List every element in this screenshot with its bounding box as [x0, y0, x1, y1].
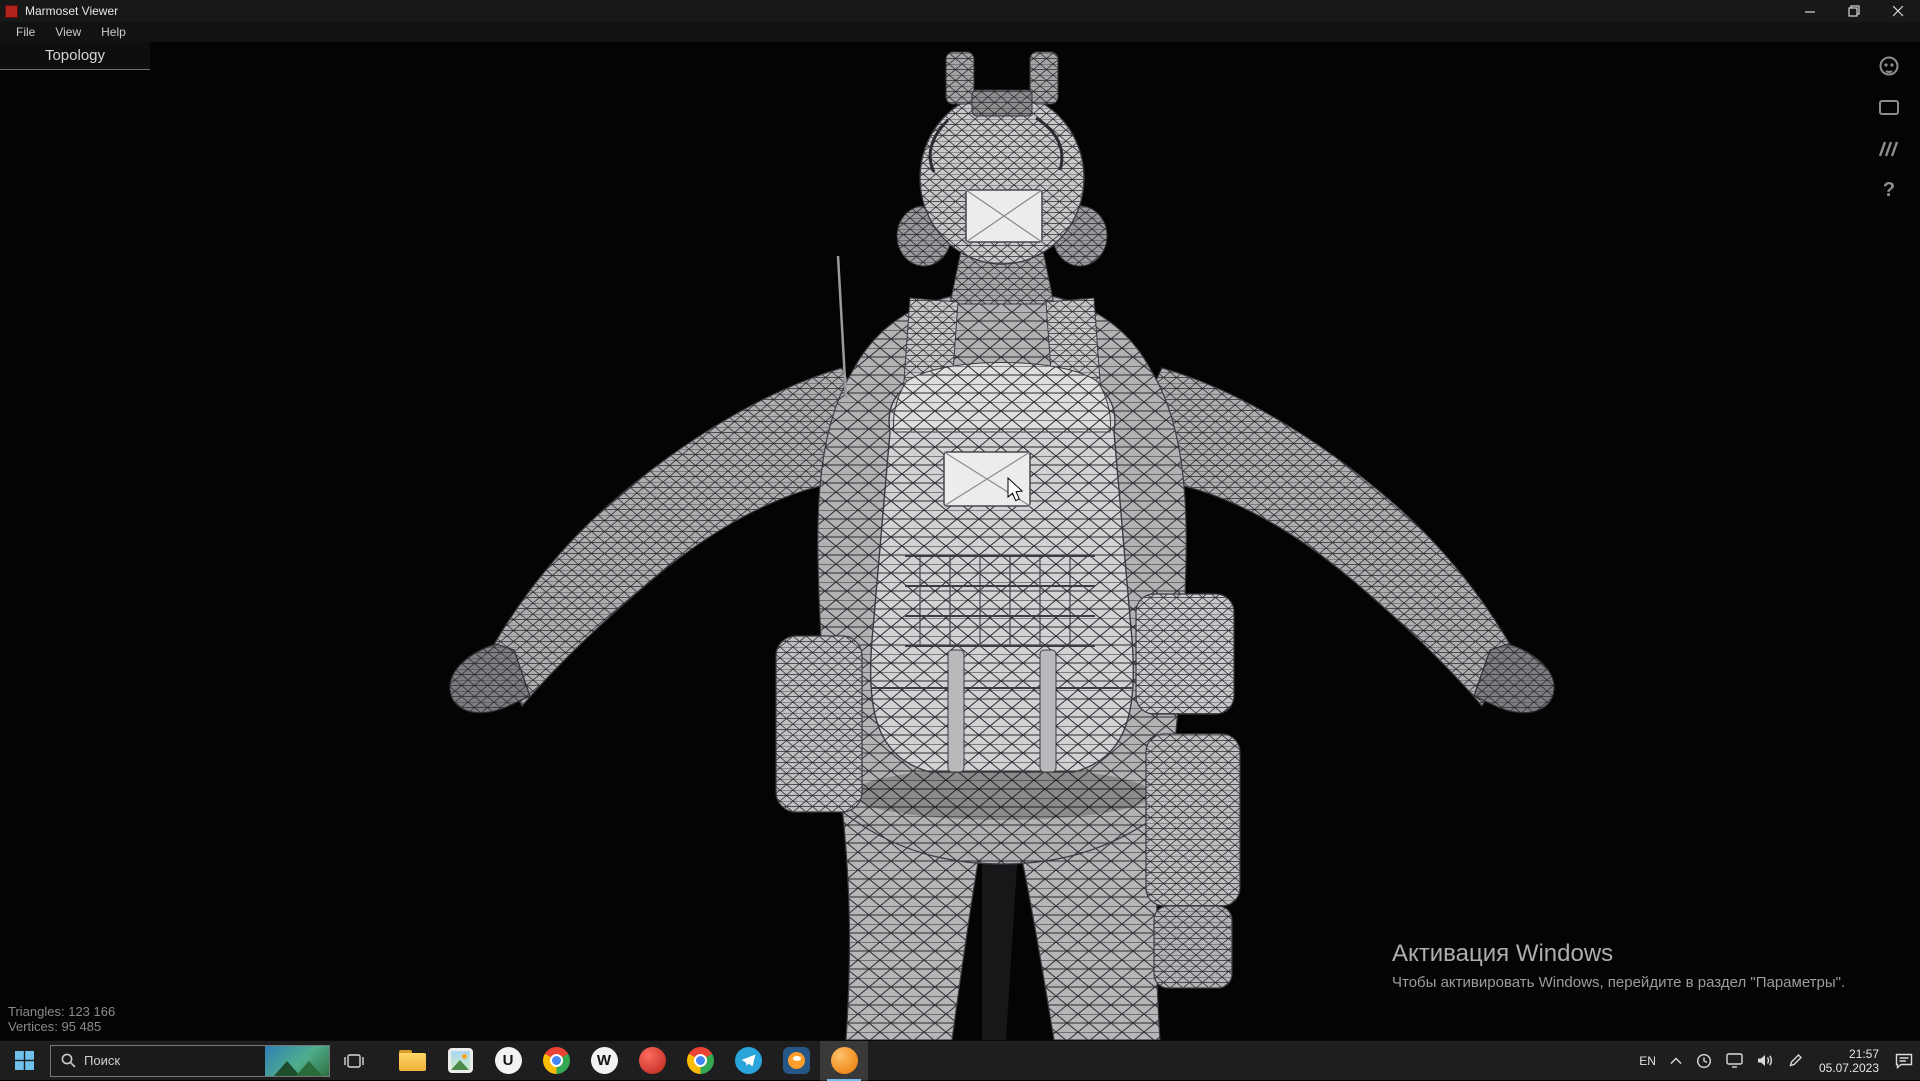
minimize-icon [1805, 6, 1816, 17]
display-icon [1726, 1053, 1743, 1068]
marmoset-logo-icon[interactable] [1876, 54, 1902, 80]
task-view-icon [344, 1053, 364, 1069]
start-button[interactable] [0, 1041, 48, 1081]
taskbar-clock[interactable]: 21:57 05.07.2023 [1810, 1047, 1888, 1075]
taskbar-app-telegram[interactable] [724, 1041, 772, 1081]
model-part-crotch-shadow [982, 846, 1018, 1040]
wattpad-icon: W [591, 1047, 618, 1074]
menubar: File View Help [0, 22, 1920, 42]
pen-icon [1788, 1053, 1803, 1068]
viewer-toolbar: ? [1876, 54, 1902, 203]
window-controls [1788, 0, 1920, 22]
task-view-button[interactable] [330, 1041, 378, 1081]
windows-logo-icon [15, 1051, 34, 1070]
close-button[interactable] [1876, 0, 1920, 22]
taskbar-apps: U W [388, 1041, 868, 1081]
tray-pen[interactable] [1781, 1041, 1810, 1081]
action-center-button[interactable] [1888, 1041, 1920, 1081]
search-highlight-image[interactable] [265, 1045, 329, 1077]
model-shadow [852, 768, 1152, 820]
close-icon [1893, 6, 1904, 17]
notification-icon [1895, 1053, 1913, 1069]
telegram-icon [735, 1047, 762, 1074]
stat-vertices: Vertices: 95 485 [8, 1019, 115, 1034]
taskbar-app-wattpad[interactable]: W [580, 1041, 628, 1081]
menu-file[interactable]: File [6, 23, 45, 41]
taskbar-app-blender[interactable] [772, 1041, 820, 1081]
blender-icon [783, 1047, 810, 1074]
material-view-icon[interactable] [1876, 95, 1902, 121]
tray-clock-app[interactable] [1689, 1041, 1719, 1081]
activation-title: Активация Windows [1392, 940, 1845, 968]
taskbar-app-chrome-2[interactable] [676, 1041, 724, 1081]
menu-help[interactable]: Help [91, 23, 136, 41]
windows-activation-watermark: Активация Windows Чтобы активировать Win… [1392, 940, 1845, 991]
unreal-engine-icon: U [495, 1047, 522, 1074]
taskbar-app-marmoset-viewer[interactable] [820, 1041, 868, 1081]
clock-date: 05.07.2023 [1819, 1061, 1879, 1075]
marmoset-viewer-icon [831, 1047, 858, 1074]
taskbar-app-marmoset-toolbag[interactable] [628, 1041, 676, 1081]
clock-icon [1696, 1053, 1712, 1069]
tab-topology-label: Topology [45, 47, 105, 64]
model-wireframe-soldier[interactable] [0, 42, 1920, 1040]
stat-triangles: Triangles: 123 166 [8, 1004, 115, 1019]
chrome-icon [543, 1047, 570, 1074]
app-icon [5, 5, 18, 18]
taskbar-app-chrome[interactable] [532, 1041, 580, 1081]
volume-icon [1757, 1053, 1774, 1068]
restore-button[interactable] [1832, 0, 1876, 22]
search-icon [61, 1053, 76, 1068]
tray-display[interactable] [1719, 1041, 1750, 1081]
clock-time: 21:57 [1819, 1047, 1879, 1061]
chevron-up-icon [1670, 1057, 1682, 1065]
mesh-stats: Triangles: 123 166 Vertices: 95 485 [8, 1004, 115, 1034]
language-indicator[interactable]: EN [1632, 1041, 1663, 1081]
taskbar-app-unreal-engine[interactable]: U [484, 1041, 532, 1081]
menu-view[interactable]: View [45, 23, 91, 41]
chrome-profile-2-icon [687, 1047, 714, 1074]
hidden-icons-button[interactable] [1663, 1041, 1689, 1081]
photo-viewer-icon [448, 1048, 473, 1073]
taskbar-app-file-explorer[interactable] [388, 1041, 436, 1081]
window-title: Marmoset Viewer [25, 4, 118, 18]
help-icon[interactable]: ? [1876, 177, 1902, 203]
titlebar: Marmoset Viewer [0, 0, 1920, 22]
model-part-helmet-patch [966, 190, 1042, 242]
minimize-button[interactable] [1788, 0, 1832, 22]
marmoset-toolbag-icon [639, 1047, 666, 1074]
model-part-backpack [871, 363, 1134, 773]
viewport[interactable]: Topology ? Triangles: 123 166 Vertices: … [0, 42, 1920, 1040]
activation-subtitle: Чтобы активировать Windows, перейдите в … [1392, 974, 1845, 991]
system-tray: EN 21:57 [1632, 1041, 1920, 1081]
tab-topology[interactable]: Topology [0, 42, 150, 70]
taskbar-search[interactable] [50, 1045, 330, 1077]
search-input[interactable] [84, 1053, 265, 1068]
wireframe-view-icon[interactable] [1876, 136, 1902, 162]
restore-icon [1848, 5, 1860, 17]
file-explorer-icon [399, 1050, 426, 1071]
taskbar-app-photo-viewer[interactable] [436, 1041, 484, 1081]
taskbar: U W EN [0, 1040, 1920, 1080]
tray-volume[interactable] [1750, 1041, 1781, 1081]
